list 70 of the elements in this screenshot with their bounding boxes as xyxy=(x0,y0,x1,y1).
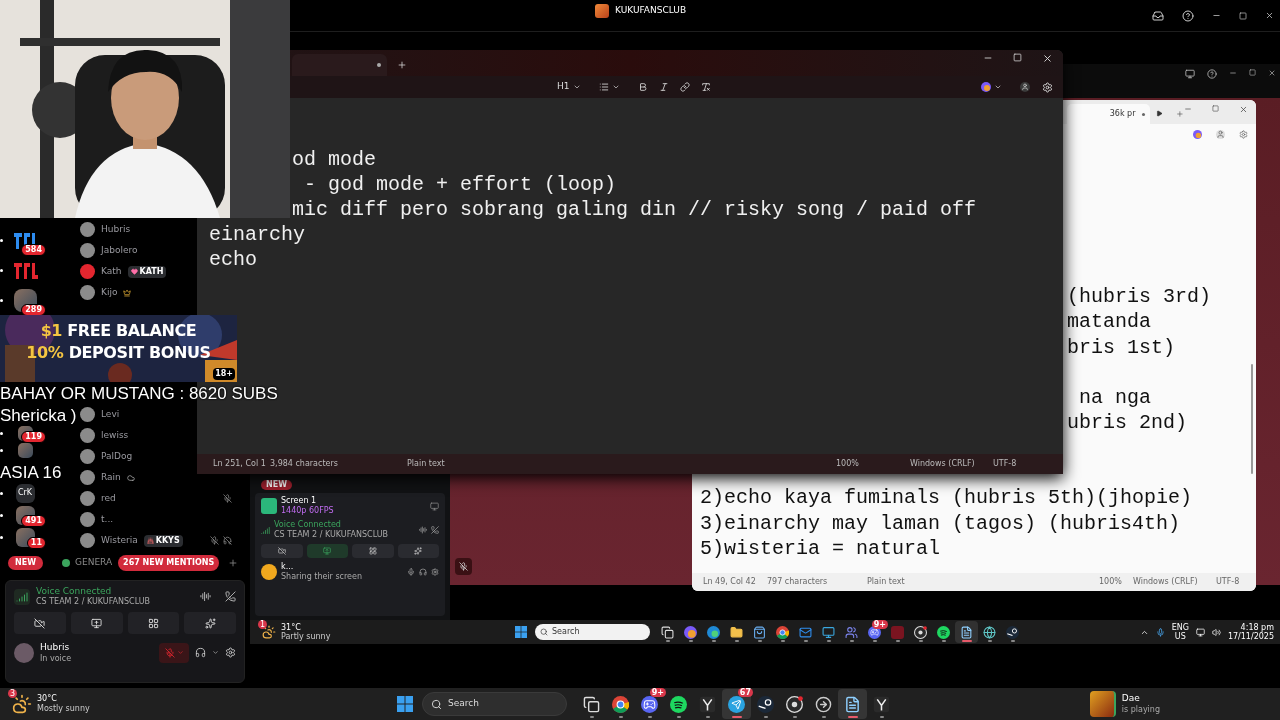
activity-status: is playing xyxy=(1121,704,1160,715)
caption-overlay: Shericka ) xyxy=(0,405,77,427)
member-name: t... xyxy=(101,512,114,526)
member-name: Kath xyxy=(101,264,122,278)
member-name: Jabolero xyxy=(101,243,138,257)
stream-name: Screen 1 xyxy=(281,496,318,506)
temperature: 31°C xyxy=(281,623,302,632)
text-line: (hubris 3rd) xyxy=(1067,284,1212,310)
text-line: echo xyxy=(209,247,257,272)
ad-headline: $1 FREE BALANCE xyxy=(40,323,197,339)
text-line: - god mode + effort (loop) xyxy=(303,172,617,197)
text-line: na nga xyxy=(1078,384,1151,411)
zoom-level: 100% xyxy=(1099,576,1123,588)
text-line: matanda xyxy=(1067,309,1151,335)
unread-badge: 11 xyxy=(26,537,46,549)
age-label: 18+ xyxy=(213,368,235,380)
member-name: Levi xyxy=(101,407,120,421)
user-name: k... xyxy=(281,562,295,572)
text-line: 5)wisteria = natural xyxy=(700,536,941,562)
notification-badge: 67 xyxy=(737,688,753,697)
file-format: Plain text xyxy=(867,576,906,588)
tab-title: 36k pr xyxy=(1109,108,1136,120)
alert-badge: 1 xyxy=(258,620,268,629)
text-line: 3)einarchy may laman (tagos) (hubris4th) xyxy=(700,510,1181,537)
unread-badge: 584 xyxy=(21,244,46,256)
member-name: lewiss xyxy=(101,428,129,442)
file-format: Plain text xyxy=(407,458,446,470)
text-line: mic diff pero sobrang galing din // risky song / paid off xyxy=(292,197,977,222)
alert-badge: 3 xyxy=(8,689,18,698)
text-line: bris 1st) xyxy=(1067,334,1176,360)
unread-badge: 491 xyxy=(21,515,46,527)
unread-badge: 289 xyxy=(21,304,46,316)
character-count: 3,984 characters xyxy=(270,458,339,470)
user-name: Hubris xyxy=(40,642,71,654)
text-line: od mode xyxy=(292,147,376,172)
weather-condition: Mostly sunny xyxy=(37,704,90,714)
member-name: red xyxy=(101,491,116,505)
member-name: PalDog xyxy=(101,449,133,463)
line-endings: Windows (CRLF) xyxy=(910,458,976,470)
caption-overlay: ASIA 16 xyxy=(0,462,62,484)
line-endings: Windows (CRLF) xyxy=(1133,576,1199,588)
user-status: In voice xyxy=(40,653,72,664)
temperature: 30°C xyxy=(37,694,58,704)
unread-badge: 119 xyxy=(21,431,46,443)
character-count: 797 characters xyxy=(767,576,829,588)
text-line: ubris 2nd) xyxy=(1067,410,1188,436)
member-name: Kijo xyxy=(101,285,118,299)
notification-badge: 9+ xyxy=(649,688,666,697)
cursor-position: Ln 49, Col 42 xyxy=(703,576,757,588)
member-name: Wisteria xyxy=(101,533,138,547)
encoding: UTF-8 xyxy=(993,458,1018,470)
ad-subheadline: 10% DEPOSIT BONUS xyxy=(26,345,211,361)
friend-name: Dae xyxy=(1121,693,1141,705)
voice-status: Voice Connected xyxy=(274,520,342,530)
zoom-level: 100% xyxy=(836,458,860,470)
member-name: Rain xyxy=(101,470,121,484)
weather-condition: Partly sunny xyxy=(281,632,331,641)
search-placeholder: Search xyxy=(552,626,580,638)
encoding: UTF-8 xyxy=(1216,576,1241,588)
window-title: KUKUFANSCLUB xyxy=(615,4,687,18)
text-line: einarchy xyxy=(209,222,305,247)
voice-status: Voice Connected xyxy=(36,586,113,597)
text-line: 2)echo kaya fuminals (hubris 5th)(jhopie) xyxy=(700,485,1193,511)
stream-quality: 1440p 60FPS xyxy=(281,506,334,516)
notification-badge: 9+ xyxy=(871,620,888,629)
cursor-position: Ln 251, Col 1 xyxy=(213,458,267,470)
caption-overlay: BAHAY OR MUSTANG : 8620 SUBS xyxy=(0,383,278,405)
member-name: Hubris xyxy=(101,222,131,236)
user-status: Sharing their screen xyxy=(281,572,363,582)
search-placeholder: Search xyxy=(448,697,479,711)
